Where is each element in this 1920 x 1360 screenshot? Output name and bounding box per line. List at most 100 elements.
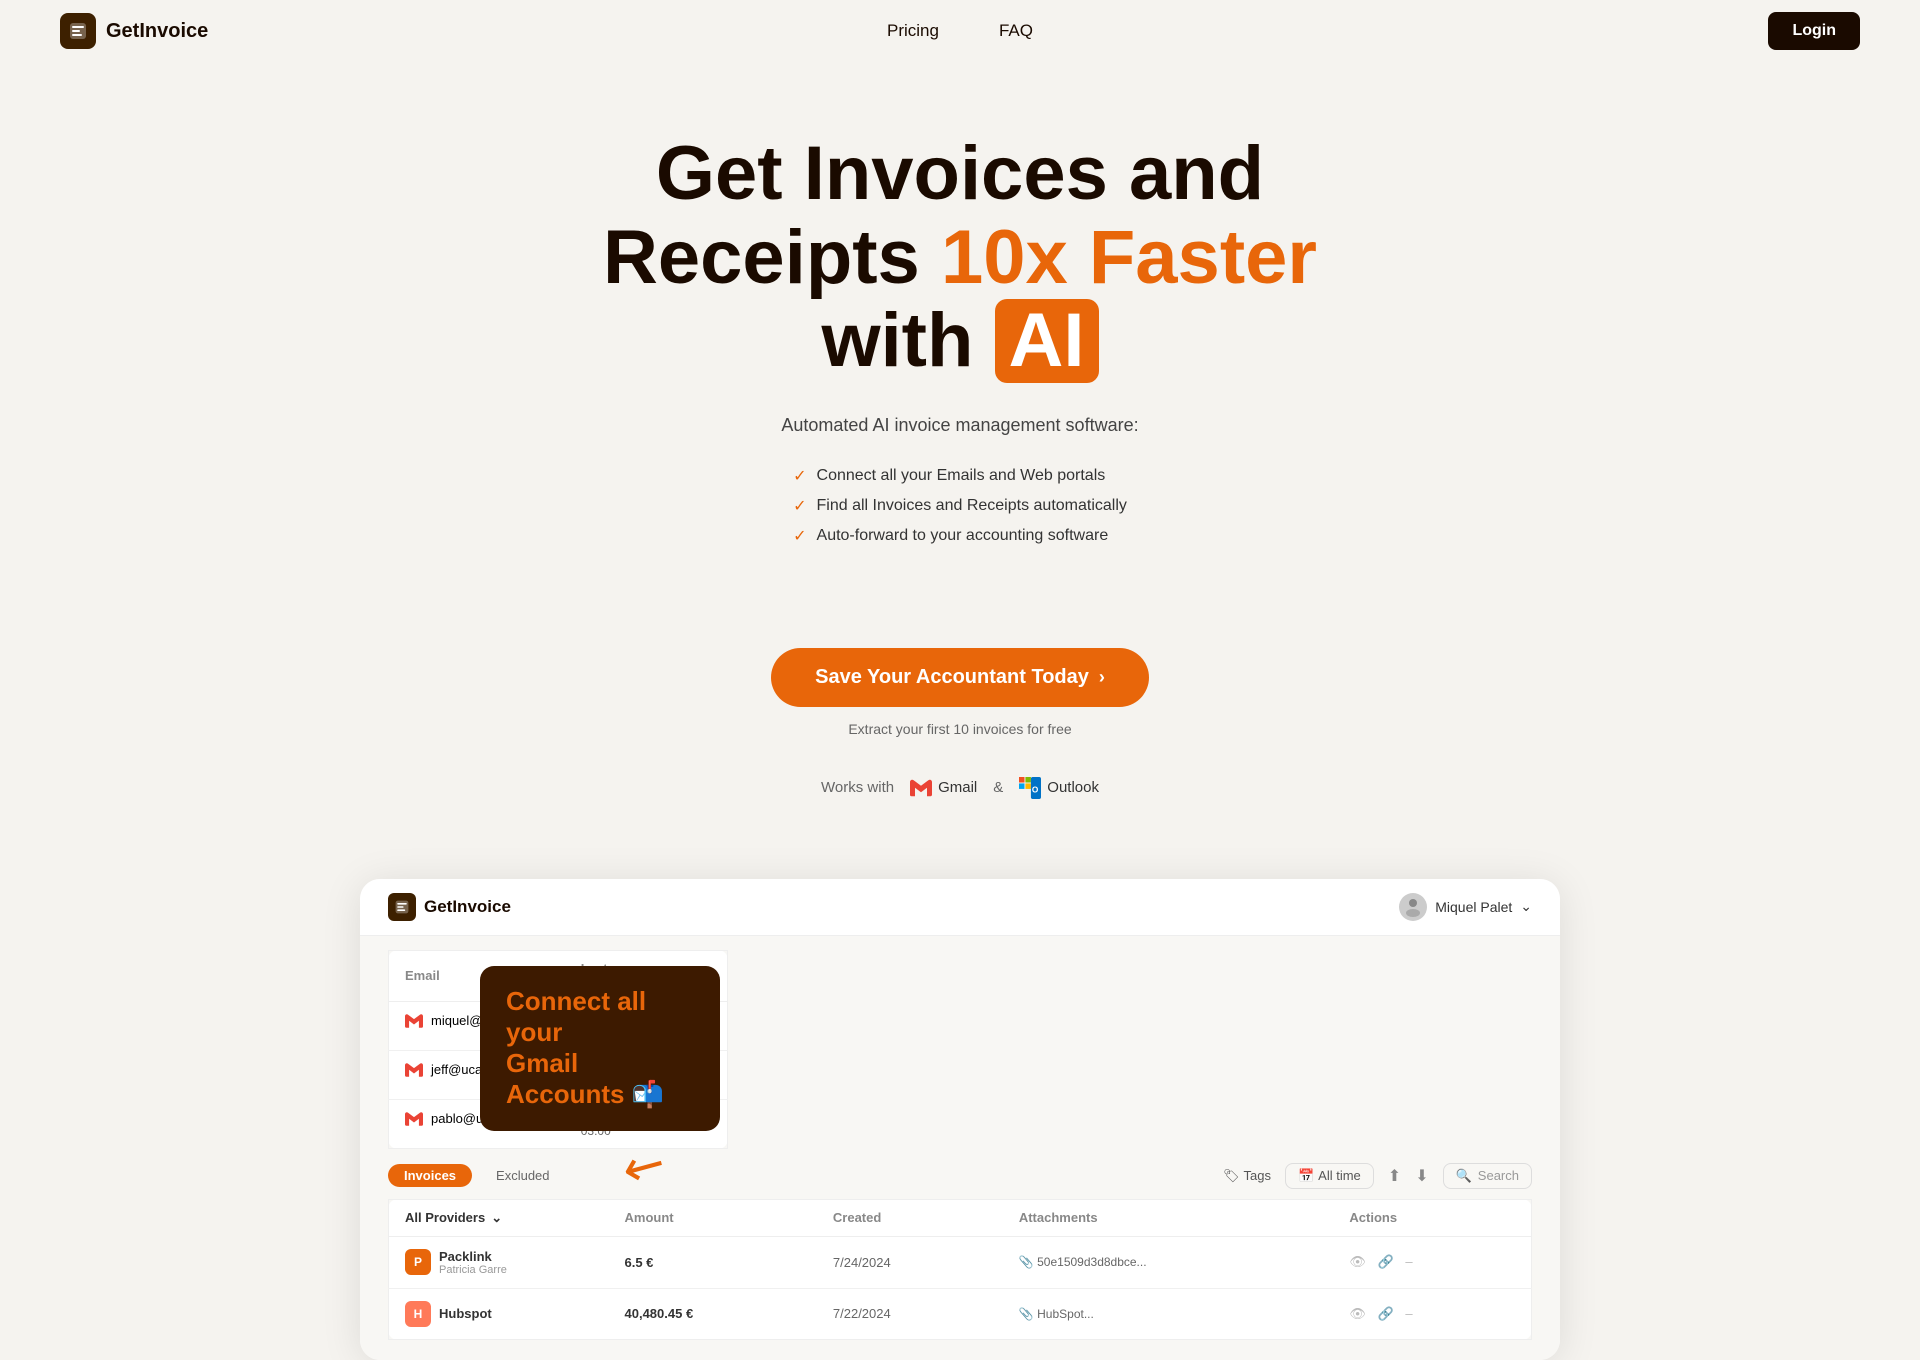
provider-name-1: Packlink [439, 1249, 507, 1264]
feature-3: ✓ Auto-forward to your accounting softwa… [793, 526, 1127, 546]
feature-2-text: Find all Invoices and Receipts automatic… [817, 497, 1127, 515]
gmail-badge: Gmail [910, 777, 977, 799]
link-icon-2[interactable]: 🔗 [1378, 1306, 1394, 1321]
cta-button[interactable]: Save Your Accountant Today › [771, 648, 1149, 707]
hero-title-orange: 10x Faster [941, 215, 1317, 300]
paperclip-icon-2: 📎 [1019, 1307, 1034, 1321]
amount-cell-2: 40,480.45 € [609, 1288, 817, 1339]
tooltip-connect-gmail: Connect all yourGmail Accounts 📬 ↙ [480, 966, 720, 1131]
cta-subtext: Extract your first 10 invoices for free [20, 721, 1900, 737]
app-navbar: GetInvoice Miquel Palet ⌄ [360, 879, 1560, 936]
logo-text: GetInvoice [106, 20, 208, 43]
logo: GetInvoice [60, 13, 208, 49]
app-logo-icon [388, 893, 416, 921]
feature-1-text: Connect all your Emails and Web portals [817, 467, 1106, 485]
provider-cell-1: P Packlink Patricia Garre [389, 1236, 609, 1288]
svg-text:O: O [1032, 785, 1039, 794]
tags-button[interactable]: 🏷 Tags [1223, 1168, 1271, 1184]
created-col-header: Created [817, 1199, 1003, 1236]
export-icon[interactable]: ⬆ [1388, 1166, 1401, 1186]
app-logo: GetInvoice [388, 893, 511, 921]
minus-icon-1[interactable]: – [1405, 1254, 1412, 1269]
nav-faq[interactable]: FAQ [999, 21, 1033, 41]
invoice-row-2: H Hubspot 40,480.45 € 7/22/2024 📎 [389, 1288, 1532, 1339]
inv-action-cell-1: 👁 🔗 – [1333, 1236, 1531, 1288]
outlook-label: Outlook [1047, 779, 1099, 796]
gmail-label: Gmail [938, 779, 977, 796]
eye-icon-1[interactable]: 👁 [1349, 1254, 1366, 1269]
alltime-filter[interactable]: 📅 All time [1285, 1163, 1374, 1189]
feature-1: ✓ Connect all your Emails and Web portal… [793, 466, 1127, 486]
hero-subtitle: Automated AI invoice management software… [20, 415, 1900, 436]
avatar [1399, 893, 1427, 921]
amp-text: & [993, 779, 1003, 796]
google-icon-1 [405, 1012, 423, 1030]
attachments-col-header: Attachments [1003, 1199, 1334, 1236]
works-with: Works with Gmail & O Outlook [20, 777, 1900, 799]
search-box[interactable]: 🔍 Search [1443, 1163, 1532, 1189]
nav-pricing[interactable]: Pricing [887, 21, 939, 41]
attach-cell-1: 📎 50e1509d3d8dbce... [1003, 1236, 1334, 1288]
app-username: Miquel Palet [1435, 899, 1512, 915]
dropdown-chevron-icon: ⌄ [491, 1210, 502, 1226]
tab-bar: Invoices Excluded 🏷 Tags 📅 All time ⬆ ⬇ [388, 1163, 1532, 1189]
minus-icon-2[interactable]: – [1405, 1306, 1412, 1321]
invoice-table-actions: 🏷 Tags 📅 All time ⬆ ⬇ 🔍 Search [1223, 1163, 1532, 1189]
paperclip-icon-1: 📎 [1019, 1255, 1034, 1269]
outlook-badge: O Outlook [1019, 777, 1099, 799]
search-icon: 🔍 [1456, 1168, 1472, 1184]
login-button[interactable]: Login [1768, 12, 1860, 50]
hero-section: Get Invoices and Receipts 10x Faster wit… [0, 62, 1920, 839]
invoice-row-1: P Packlink Patricia Garre 6.5 € 7/24/202… [389, 1236, 1532, 1288]
google-icon-2 [405, 1061, 423, 1079]
cta-arrow-icon: › [1099, 667, 1105, 688]
hero-title-line2-prefix: Receipts [603, 215, 941, 300]
attach-cell-2: 📎 HubSpot... [1003, 1288, 1334, 1339]
works-with-label: Works with [821, 779, 894, 796]
calendar-icon: 📅 [1298, 1168, 1314, 1184]
tab-invoices[interactable]: Invoices [388, 1164, 472, 1187]
hero-title-line1: Get Invoices and [656, 131, 1264, 216]
amount-col-header: Amount [609, 1199, 817, 1236]
tag-icon: 🏷 [1223, 1168, 1240, 1184]
hubspot-icon: H [405, 1301, 431, 1327]
inv-actions-col-header: Actions [1333, 1199, 1531, 1236]
provider-col-header: All Providers ⌄ [389, 1199, 609, 1236]
hero-ai-badge: AI [995, 299, 1099, 383]
created-cell-2: 7/22/2024 [817, 1288, 1003, 1339]
app-preview: GetInvoice Miquel Palet ⌄ Connect all yo… [360, 879, 1560, 1360]
app-logo-text: GetInvoice [424, 897, 511, 917]
tab-excluded[interactable]: Excluded [480, 1164, 565, 1187]
check-icon-3: ✓ [793, 526, 806, 546]
feature-2: ✓ Find all Invoices and Receipts automat… [793, 496, 1127, 516]
hero-title-line3-prefix: with [821, 298, 994, 383]
hero-features: ✓ Connect all your Emails and Web portal… [793, 456, 1127, 556]
cta-label: Save Your Accountant Today [815, 666, 1089, 689]
check-icon-2: ✓ [793, 496, 806, 516]
tooltip-title: Connect all yourGmail Accounts [506, 986, 646, 1110]
provider-name-2: Hubspot [439, 1306, 492, 1321]
provider-sub-1: Patricia Garre [439, 1264, 507, 1276]
created-cell-1: 7/24/2024 [817, 1236, 1003, 1288]
outlook-icon: O [1019, 777, 1041, 799]
feature-3-text: Auto-forward to your accounting software [817, 527, 1109, 545]
navbar: GetInvoice Pricing FAQ Login [0, 0, 1920, 62]
app-user: Miquel Palet ⌄ [1399, 893, 1532, 921]
invoices-section: Invoices Excluded 🏷 Tags 📅 All time ⬆ ⬇ [360, 1149, 1560, 1340]
nav-links: Pricing FAQ [887, 21, 1033, 41]
google-icon-3 [405, 1110, 423, 1128]
eye-icon-2[interactable]: 👁 [1349, 1306, 1366, 1321]
packlink-icon: P [405, 1249, 431, 1275]
tooltip-emoji: 📬 [632, 1079, 664, 1109]
provider-cell-2: H Hubspot [389, 1288, 609, 1339]
user-chevron-icon: ⌄ [1520, 898, 1532, 915]
inv-action-cell-2: 👁 🔗 – [1333, 1288, 1531, 1339]
link-icon-1[interactable]: 🔗 [1378, 1254, 1394, 1269]
download-icon[interactable]: ⬇ [1415, 1166, 1428, 1186]
gmail-icon [910, 777, 932, 799]
hero-title: Get Invoices and Receipts 10x Faster wit… [510, 132, 1410, 383]
invoices-table: All Providers ⌄ Amount Created Attachmen… [388, 1199, 1532, 1340]
all-providers-dropdown[interactable]: All Providers ⌄ [405, 1210, 593, 1226]
logo-icon [60, 13, 96, 49]
check-icon-1: ✓ [793, 466, 806, 486]
